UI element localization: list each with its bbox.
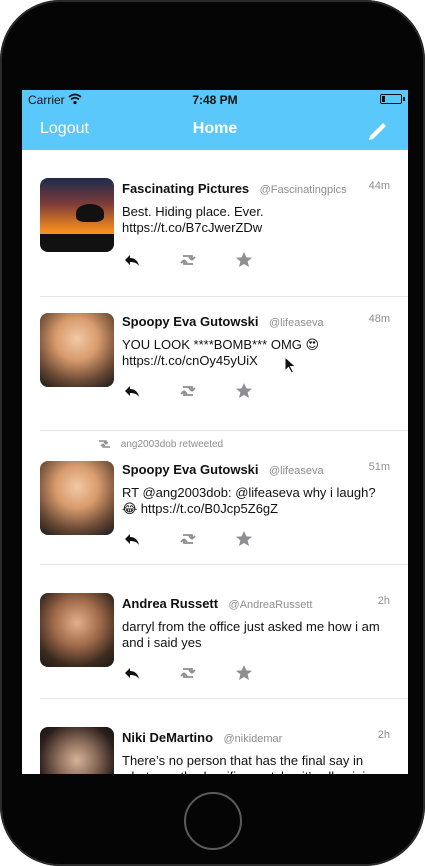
- retweet-indicator: ang2003dob retweeted: [96, 439, 223, 450]
- status-time: 7:48 PM: [192, 93, 238, 107]
- tweet-text: darryl from the office just asked me how…: [122, 619, 380, 650]
- tweet-row[interactable]: Fascinating Pictures @Fascinatingpics 44…: [40, 150, 408, 297]
- battery-icon: [380, 94, 405, 104]
- avatar[interactable]: [40, 727, 114, 774]
- tweet-row[interactable]: Andrea Russett @AndreaRussett 2h darryl …: [40, 565, 408, 699]
- tweet-time: 51m: [368, 461, 390, 473]
- navigation-bar: Logout Home: [22, 110, 408, 150]
- status-bar: Carrier 7:48 PM: [22, 90, 408, 110]
- pencil-icon[interactable]: [364, 118, 390, 144]
- phone-frame: Carrier 7:48 PM Logout Home Fascinating …: [0, 0, 425, 866]
- tweet-actions: [122, 250, 262, 270]
- tweet-text: RT @ang2003dob: @lifeaseva why i laugh? …: [122, 485, 376, 516]
- retweet-icon[interactable]: [178, 663, 198, 683]
- author-handle: @lifeaseva: [268, 317, 324, 329]
- retweet-icon: [96, 439, 114, 449]
- avatar[interactable]: [40, 593, 114, 667]
- author-name: Spoopy Eva Gutowski: [122, 462, 259, 477]
- author-handle: @AndreaRussett: [228, 599, 313, 611]
- tweet-content: Andrea Russett @AndreaRussett 2h darryl …: [122, 595, 390, 651]
- tweet-content: Spoopy Eva Gutowski @lifeaseva 51m RT @a…: [122, 461, 390, 517]
- author-handle: @lifeaseva: [268, 465, 324, 477]
- author-name: Spoopy Eva Gutowski: [122, 314, 259, 329]
- app-screen: Carrier 7:48 PM Logout Home Fascinating …: [22, 90, 408, 774]
- retweet-icon[interactable]: [178, 529, 198, 549]
- retweet-icon[interactable]: [178, 381, 198, 401]
- tweet-feed[interactable]: Fascinating Pictures @Fascinatingpics 44…: [22, 150, 408, 774]
- tweet-time: 2h: [377, 729, 390, 741]
- author-handle: @Fascinatingpics: [259, 184, 347, 196]
- reply-icon[interactable]: [122, 250, 142, 270]
- tweet-actions: [122, 663, 262, 683]
- tweet-text: There’s no person that has the final say…: [122, 753, 383, 774]
- tweet-row[interactable]: ang2003dob retweeted Spoopy Eva Gutowski…: [40, 431, 408, 565]
- tweet-text: YOU LOOK ****BOMB*** OMG 😍 https://t.co/…: [122, 337, 320, 368]
- tweet-time: 2h: [377, 595, 390, 607]
- reply-icon[interactable]: [122, 529, 142, 549]
- tweet-content: Niki DeMartino @nikidemar 2h There’s no …: [122, 729, 390, 774]
- tweet-time: 48m: [368, 313, 390, 325]
- avatar[interactable]: [40, 461, 114, 535]
- star-icon[interactable]: [234, 529, 254, 549]
- mouse-cursor-icon: [284, 355, 298, 374]
- tweet-row[interactable]: Niki DeMartino @nikidemar 2h There’s no …: [40, 699, 408, 774]
- star-icon[interactable]: [234, 663, 254, 683]
- author-handle: @nikidemar: [223, 733, 283, 745]
- home-button[interactable]: [184, 792, 242, 850]
- tweet-text: Best. Hiding place. Ever. https://t.co/B…: [122, 204, 264, 235]
- author-name: Niki DeMartino: [122, 730, 214, 745]
- avatar[interactable]: [40, 178, 114, 252]
- tweet-content: Spoopy Eva Gutowski @lifeaseva 48m YOU L…: [122, 313, 390, 369]
- tweet-content: Fascinating Pictures @Fascinatingpics 44…: [122, 180, 390, 236]
- reply-icon[interactable]: [122, 381, 142, 401]
- author-name: Fascinating Pictures: [122, 181, 250, 196]
- tweet-time: 44m: [368, 180, 390, 192]
- page-title: Home: [192, 120, 238, 137]
- avatar[interactable]: [40, 313, 114, 387]
- tweet-actions: [122, 529, 262, 549]
- tweet-actions: [122, 381, 262, 401]
- author-name: Andrea Russett: [122, 596, 219, 611]
- retweeted-by-label: ang2003dob retweeted: [120, 439, 224, 450]
- retweet-icon[interactable]: [178, 250, 198, 270]
- tweet-row[interactable]: Spoopy Eva Gutowski @lifeaseva 48m YOU L…: [40, 297, 408, 431]
- reply-icon[interactable]: [122, 663, 142, 683]
- star-icon[interactable]: [234, 250, 254, 270]
- star-icon[interactable]: [234, 381, 254, 401]
